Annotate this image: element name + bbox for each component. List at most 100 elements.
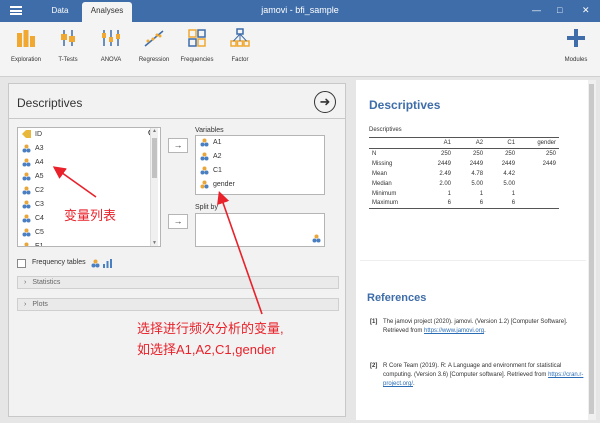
table-cell — [518, 198, 559, 209]
close-icon[interactable]: ✕ — [582, 5, 590, 16]
table-cell: 6 — [486, 198, 519, 209]
table-row: Median 2.00 5.00 5.00 — [369, 179, 559, 189]
regression-icon — [144, 30, 164, 47]
table-row: N 250 250 250 250 — [369, 149, 559, 159]
arrow-right-icon: ➜ — [319, 94, 331, 109]
table-cell: 6 — [421, 198, 455, 209]
variable-list-scrollbar[interactable]: ▲ ▼ — [150, 128, 158, 246]
variable-label: A3 — [35, 145, 44, 152]
variable-item[interactable]: A4 — [18, 156, 160, 170]
analyses-ribbon: Exploration T-Tests ANOVA Regression Fre… — [0, 22, 600, 77]
reference-item: [1] The jamovi project (2020). jamovi. (… — [370, 319, 568, 334]
scroll-up-icon[interactable]: ▲ — [152, 128, 157, 134]
ordinal-variable-icon — [22, 228, 31, 237]
table-row: Missing 2449 2449 2449 2449 — [369, 159, 559, 169]
nominal-variable-icon — [91, 259, 100, 267]
window-title: jamovi - bfi_sample — [261, 5, 339, 15]
ribbon-label: Regression — [138, 57, 170, 63]
split-by-box[interactable] — [195, 213, 325, 247]
table-caption: Descriptives — [369, 127, 402, 133]
table-cell: Mean — [372, 170, 388, 177]
plots-section-toggle[interactable]: › Plots — [17, 298, 339, 311]
run-arrow-button[interactable]: ➜ — [314, 91, 336, 113]
variable-item[interactable]: C5 — [18, 226, 160, 240]
divider — [9, 118, 345, 119]
variable-label: C3 — [35, 201, 44, 208]
scroll-down-icon[interactable]: ▼ — [152, 240, 157, 246]
ribbon-label: ANOVA — [100, 57, 122, 63]
arrow-right-icon: → — [173, 216, 183, 226]
ribbon-frequencies-button[interactable]: Frequencies — [177, 27, 217, 63]
move-to-variables-button[interactable]: → — [168, 138, 188, 153]
table-row: Maximum 6 6 6 — [369, 198, 559, 209]
section-label: Plots — [32, 301, 48, 308]
split-by-label: Split by — [195, 204, 218, 211]
selected-variable-item[interactable]: A1 — [196, 136, 324, 150]
table-cell: 4.78 — [471, 170, 484, 177]
frequency-tables-checkbox[interactable] — [17, 258, 26, 268]
panel-splitter[interactable] — [348, 78, 354, 423]
descriptives-table[interactable]: A1 A2 C1 gender N 250 250 250 250 Missing 244… — [369, 137, 559, 209]
table-cell: N — [372, 150, 377, 157]
panel-title: Descriptives — [17, 96, 83, 110]
table-cell — [518, 189, 559, 199]
ribbon-ttests-button[interactable]: T-Tests — [48, 27, 88, 63]
variable-list[interactable]: ID A3 A4 A5 C2 C3 C4 C5 E1 — [17, 127, 161, 247]
selected-variable-item[interactable]: C1 — [196, 164, 324, 178]
ordinal-variable-icon — [22, 214, 31, 223]
variable-item[interactable]: E1 — [18, 240, 160, 247]
ordinal-variable-icon — [22, 172, 31, 181]
table-header-cell: A1 — [421, 137, 455, 149]
table-cell: Maximum — [369, 198, 422, 209]
table-cell: 250 — [505, 150, 516, 157]
variables-box[interactable]: A1 A2 C1 gender — [195, 135, 325, 195]
plus-icon — [567, 29, 585, 47]
ribbon-regression-button[interactable]: Regression — [134, 27, 174, 63]
variable-item[interactable]: A5 — [18, 170, 160, 184]
ribbon-factor-button[interactable]: Factor — [220, 27, 260, 63]
table-header-row: A1 A2 C1 gender — [369, 137, 559, 149]
table-cell: 2.49 — [439, 170, 452, 177]
table-cell: 250 — [441, 150, 452, 157]
annotation-line: 选择进行频次分析的变量, — [137, 321, 284, 336]
table-header-cell: A2 — [454, 137, 487, 149]
statistics-section-toggle[interactable]: › Statistics — [17, 276, 339, 289]
reference-text: R Core Team (2019). R: A Language and en… — [383, 363, 562, 378]
selected-variable-item[interactable]: A2 — [196, 150, 324, 164]
reference-item: [2] R Core Team (2019). R: A Language an… — [370, 363, 584, 387]
move-to-split-by-button[interactable]: → — [168, 214, 188, 229]
scroll-thumb[interactable] — [589, 84, 594, 414]
scroll-thumb[interactable] — [152, 138, 157, 178]
variable-item-id[interactable]: ID — [18, 128, 160, 142]
section-label: Statistics — [32, 279, 61, 286]
factor-icon — [230, 28, 250, 47]
minimize-icon[interactable]: — — [532, 5, 541, 15]
selected-variable-item[interactable]: gender — [196, 178, 324, 192]
table-cell: 250 — [473, 150, 484, 157]
reference-number: [2] — [370, 363, 378, 369]
ribbon-modules-button[interactable]: Modules — [556, 27, 596, 63]
table-cell: 2449 — [469, 160, 484, 167]
frequency-tables-option[interactable]: Frequency tables — [17, 257, 112, 269]
variable-label: gender — [213, 181, 235, 188]
ribbon-exploration-button[interactable]: Exploration — [6, 27, 46, 63]
variable-label: A2 — [213, 153, 222, 160]
table-cell: 2449 — [501, 160, 516, 167]
ribbon-anova-button[interactable]: ANOVA — [91, 27, 131, 63]
table-cell: Missing — [372, 160, 393, 167]
ordinal-variable-icon — [22, 200, 31, 209]
variable-item[interactable]: C2 — [18, 184, 160, 198]
variable-label: C4 — [35, 215, 44, 222]
maximize-icon[interactable]: □ — [557, 5, 562, 15]
results-scrollbar[interactable] — [588, 80, 596, 420]
ribbon-label: Frequencies — [180, 57, 214, 63]
reference-number: [1] — [370, 319, 378, 325]
reference-link[interactable]: https://www.jamovi.org — [424, 328, 484, 334]
nominal-variable-icon — [200, 180, 209, 189]
variable-label: E1 — [35, 243, 44, 247]
variable-label: A5 — [35, 173, 44, 180]
variable-item[interactable]: A3 — [18, 142, 160, 156]
title-bar: Data Analyses jamovi - bfi_sample — □ ✕ — [0, 0, 600, 22]
table-cell: 2.00 — [439, 180, 452, 187]
frequencies-icon — [188, 29, 206, 47]
